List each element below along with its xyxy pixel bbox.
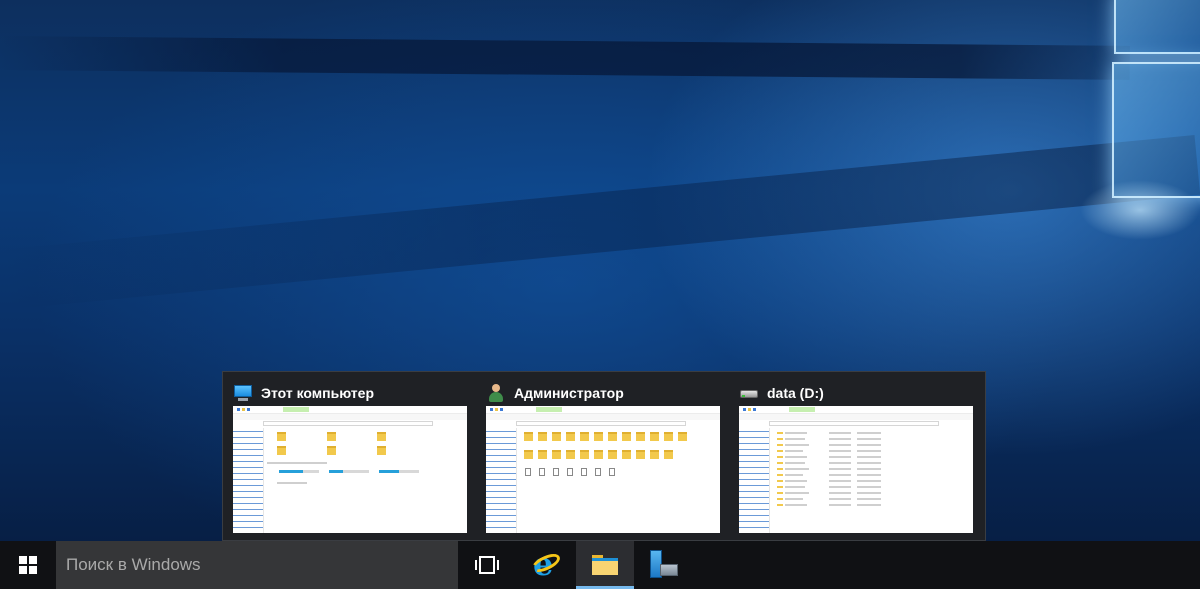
wallpaper-light-beam [0, 36, 1130, 80]
start-button[interactable] [0, 541, 56, 589]
server-manager-icon [648, 550, 678, 580]
internet-explorer-icon: e [529, 548, 563, 580]
search-input[interactable] [56, 541, 458, 589]
search-box[interactable] [56, 541, 458, 589]
wallpaper-light-beam [0, 134, 1200, 310]
thumbnail-title: Этот компьютер [261, 385, 374, 401]
taskbar: e [0, 541, 1200, 589]
file-explorer-icon [592, 553, 618, 575]
this-pc-icon [233, 384, 253, 402]
drive-icon [739, 384, 759, 402]
thumbnail-header: data (D:) [739, 382, 824, 404]
window-preview [739, 406, 973, 533]
thumbnail-title: Администратор [514, 385, 624, 401]
thumbnail-header: Этот компьютер [233, 382, 374, 404]
server-manager-button[interactable] [634, 541, 692, 589]
task-view-button[interactable] [458, 541, 516, 589]
window-thumbnail-data-drive[interactable]: data (D:) [729, 372, 979, 542]
windows-logo-icon [19, 556, 37, 574]
task-view-icon [475, 556, 499, 574]
internet-explorer-button[interactable]: e [517, 541, 575, 589]
thumbnail-title: data (D:) [767, 385, 824, 401]
wallpaper-glow [1080, 180, 1200, 240]
window-thumbnail-this-pc[interactable]: Этот компьютер [223, 372, 473, 542]
window-preview [486, 406, 720, 533]
thumbnail-header: Администратор [486, 382, 624, 404]
user-folder-icon [486, 384, 506, 402]
file-explorer-button[interactable] [576, 541, 634, 589]
window-preview [233, 406, 467, 533]
taskbar-thumbnail-flyout: Этот компьютер Администратор data (D:) [222, 371, 986, 541]
window-thumbnail-administrator[interactable]: Администратор [476, 372, 726, 542]
